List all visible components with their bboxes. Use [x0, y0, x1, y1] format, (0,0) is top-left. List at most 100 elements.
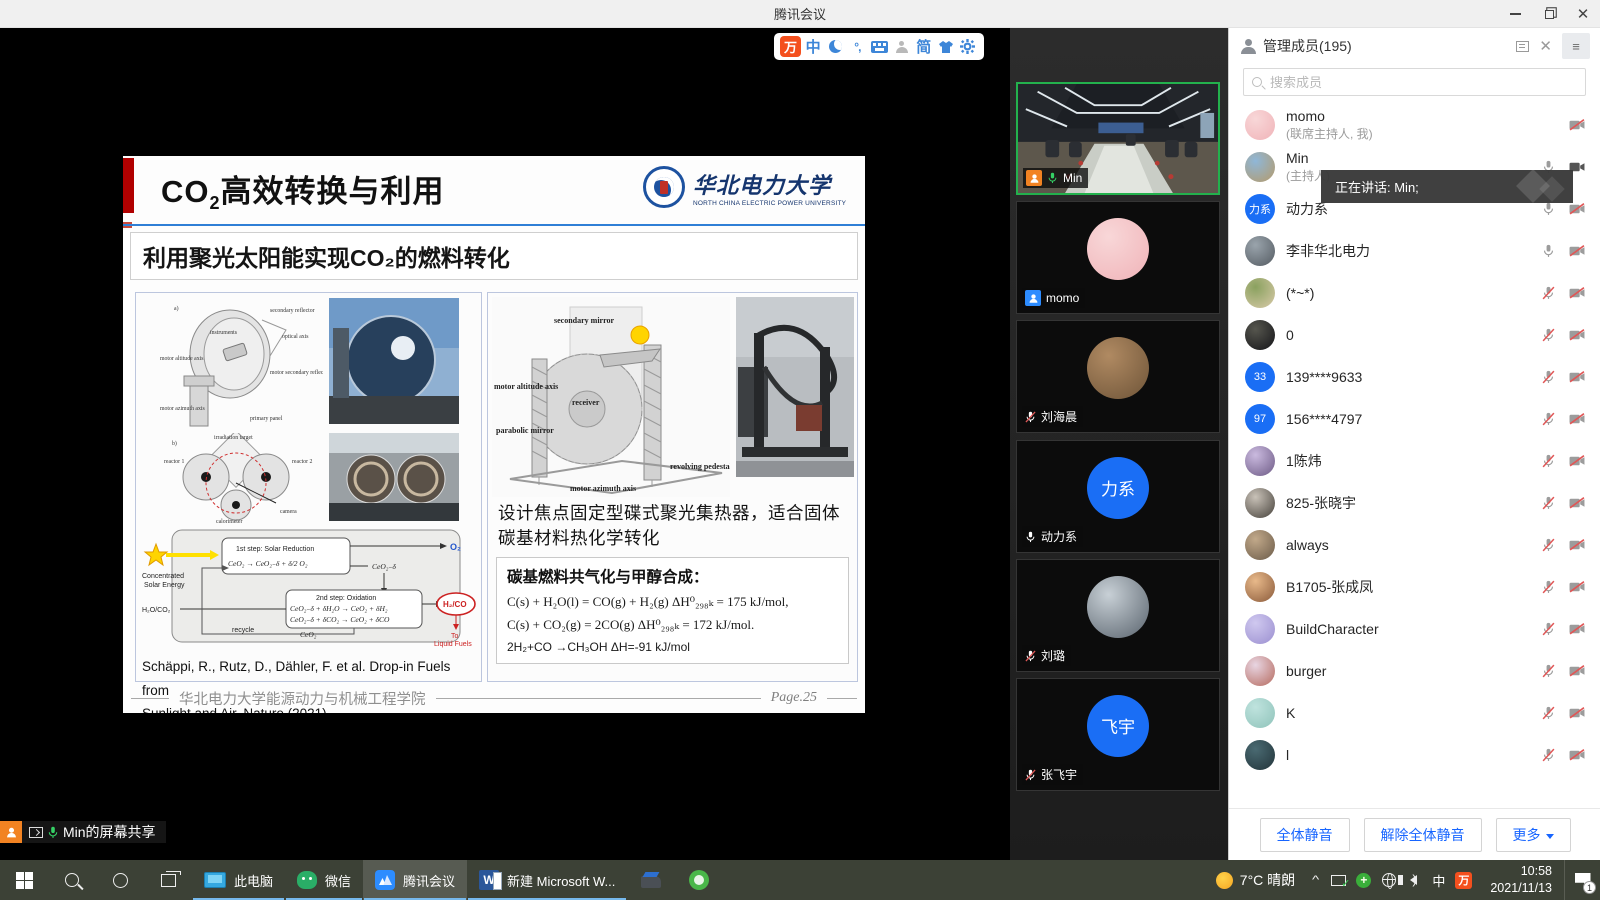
search-input[interactable] [1268, 74, 1577, 91]
member-list[interactable]: momo (联席主持人, 我) Min (主持人) [1229, 104, 1600, 804]
video-tile[interactable]: 刘璐 [1016, 559, 1220, 672]
member-mic-icon[interactable] [1542, 580, 1555, 594]
member-mic-icon[interactable] [1542, 496, 1555, 510]
member-camera-icon[interactable] [1569, 371, 1585, 383]
member-mic-icon[interactable] [1542, 538, 1555, 552]
slide-page-number: Page.25 [771, 690, 817, 706]
taskbar-app-button[interactable]: W 此电脑 [192, 860, 285, 900]
svg-text:CeO₂₋δ + δH₂O → CeO₂ + δH₂: CeO₂₋δ + δH₂O → CeO₂ + δH₂ [290, 604, 388, 613]
ime-simplified-icon[interactable]: 简 [914, 37, 934, 57]
member-row[interactable]: B1705-张成凤 [1229, 566, 1600, 608]
member-camera-icon[interactable] [1569, 581, 1585, 593]
member-mic-icon[interactable] [1542, 454, 1555, 468]
task-view-icon[interactable] [144, 860, 192, 900]
ime-toolbar[interactable]: 万 中 °, 简 [774, 33, 984, 60]
member-row[interactable]: 0 [1229, 314, 1600, 356]
volume-icon[interactable] [1401, 875, 1426, 885]
panel-title: 管理成员(195) [1263, 36, 1352, 56]
member-row[interactable]: burger [1229, 650, 1600, 692]
collector-cad-diagram: secondary mirror motor altitude axis rec… [492, 297, 730, 497]
close-panel-icon[interactable]: ✕ [1539, 39, 1552, 54]
ime-account-icon[interactable] [892, 37, 912, 57]
member-camera-icon[interactable] [1569, 539, 1585, 551]
action-center-icon[interactable]: 1 [1564, 860, 1600, 900]
member-camera-icon[interactable] [1569, 497, 1585, 509]
ime-settings-gear-icon[interactable] [958, 37, 978, 57]
member-camera-icon[interactable] [1569, 287, 1585, 299]
restore-button[interactable] [1532, 0, 1566, 28]
member-camera-icon[interactable] [1569, 665, 1585, 677]
member-row[interactable]: always [1229, 524, 1600, 566]
member-mic-icon[interactable] [1542, 622, 1555, 636]
video-tile[interactable]: 刘海晨 [1016, 320, 1220, 433]
member-row[interactable]: 33 139****9633 [1229, 356, 1600, 398]
svg-text:revolving pedestal: revolving pedestal [670, 462, 730, 471]
taskbar-app-button[interactable]: W 微信 [285, 860, 363, 900]
member-mic-icon[interactable] [1542, 202, 1555, 216]
close-button[interactable]: ✕ [1566, 0, 1600, 28]
member-camera-icon[interactable] [1569, 203, 1585, 215]
video-tile[interactable]: Min [1016, 82, 1220, 195]
member-row[interactable]: 1陈炜 [1229, 440, 1600, 482]
antivirus-icon[interactable]: + [1351, 873, 1376, 888]
member-row[interactable]: BuildCharacter [1229, 608, 1600, 650]
ime-punctuation-icon[interactable]: °, [847, 37, 867, 57]
taskbar-search-icon[interactable] [48, 860, 96, 900]
member-mic-icon[interactable] [1542, 664, 1555, 678]
member-camera-icon[interactable] [1569, 245, 1585, 257]
svg-text:motor azimuth axis: motor azimuth axis [570, 484, 636, 493]
member-mic-icon[interactable] [1542, 328, 1555, 342]
member-mic-icon[interactable] [1542, 412, 1555, 426]
tile-name-label: 张飞宇 [1022, 764, 1083, 785]
member-row[interactable]: 825-张晓宇 [1229, 482, 1600, 524]
member-mic-icon[interactable] [1542, 706, 1555, 720]
more-button[interactable]: 更多 [1496, 818, 1571, 852]
member-mic-icon[interactable] [1542, 286, 1555, 300]
weather-widget[interactable]: 7°C 晴朗 [1206, 870, 1305, 890]
member-search-box[interactable] [1243, 68, 1586, 96]
member-row[interactable]: 李非华北电力 [1229, 230, 1600, 272]
member-row[interactable]: (*~*) [1229, 272, 1600, 314]
member-row[interactable]: K [1229, 692, 1600, 734]
taskbar-app-button[interactable]: W 腾讯会议 [363, 860, 467, 900]
minimize-button[interactable] [1498, 0, 1532, 28]
member-camera-icon[interactable] [1569, 623, 1585, 635]
member-row[interactable]: l [1229, 734, 1600, 776]
video-tile[interactable]: 力系 动力系 [1016, 440, 1220, 553]
taskbar-app-button[interactable]: W 新建 Microsoft W... [467, 860, 627, 900]
member-row[interactable]: 97 156****4797 [1229, 398, 1600, 440]
member-camera-icon[interactable] [1569, 707, 1585, 719]
member-row[interactable]: momo (联席主持人, 我) [1229, 104, 1600, 146]
mute-all-button[interactable]: 全体静音 [1260, 818, 1350, 852]
scanner-app-icon[interactable] [627, 860, 675, 900]
start-button[interactable] [0, 860, 48, 900]
clock[interactable]: 10:58 2021/11/13 [1476, 863, 1564, 897]
tray-expand-chevron-icon[interactable]: ^ [1301, 874, 1331, 886]
ime-mode-indicator[interactable]: 中 [1426, 871, 1451, 890]
panel-menu-icon[interactable]: ≡ [1562, 33, 1590, 59]
browser-360-icon[interactable] [675, 860, 723, 900]
member-avatar [1245, 320, 1275, 350]
cortana-icon[interactable] [96, 860, 144, 900]
ime-keyboard-icon[interactable] [869, 37, 889, 57]
member-camera-icon[interactable] [1569, 455, 1585, 467]
member-mic-icon[interactable] [1542, 748, 1555, 762]
unmute-all-button[interactable]: 解除全体静音 [1364, 818, 1482, 852]
member-camera-icon[interactable] [1569, 329, 1585, 341]
sogou-tray-icon[interactable]: 万 [1451, 872, 1476, 889]
svg-text:O₂: O₂ [450, 542, 461, 552]
svg-text:secondary reflector: secondary reflector [270, 307, 315, 314]
member-mic-icon[interactable] [1542, 370, 1555, 384]
ime-fullhalf-moon-icon[interactable] [825, 37, 845, 57]
ime-chinese-mode-icon[interactable]: 中 [803, 37, 823, 57]
tencent-meeting-icon [375, 870, 395, 890]
member-mic-icon[interactable] [1542, 244, 1555, 258]
member-camera-icon[interactable] [1569, 749, 1585, 761]
popout-panel-icon[interactable] [1516, 41, 1529, 52]
video-tile[interactable]: 飞宇 张飞宇 [1016, 678, 1220, 791]
ime-skin-icon[interactable] [936, 37, 956, 57]
member-camera-icon[interactable] [1569, 119, 1585, 131]
member-camera-icon[interactable] [1569, 413, 1585, 425]
video-tile[interactable]: momo [1016, 201, 1220, 314]
sogou-logo-icon[interactable]: 万 [780, 36, 801, 57]
